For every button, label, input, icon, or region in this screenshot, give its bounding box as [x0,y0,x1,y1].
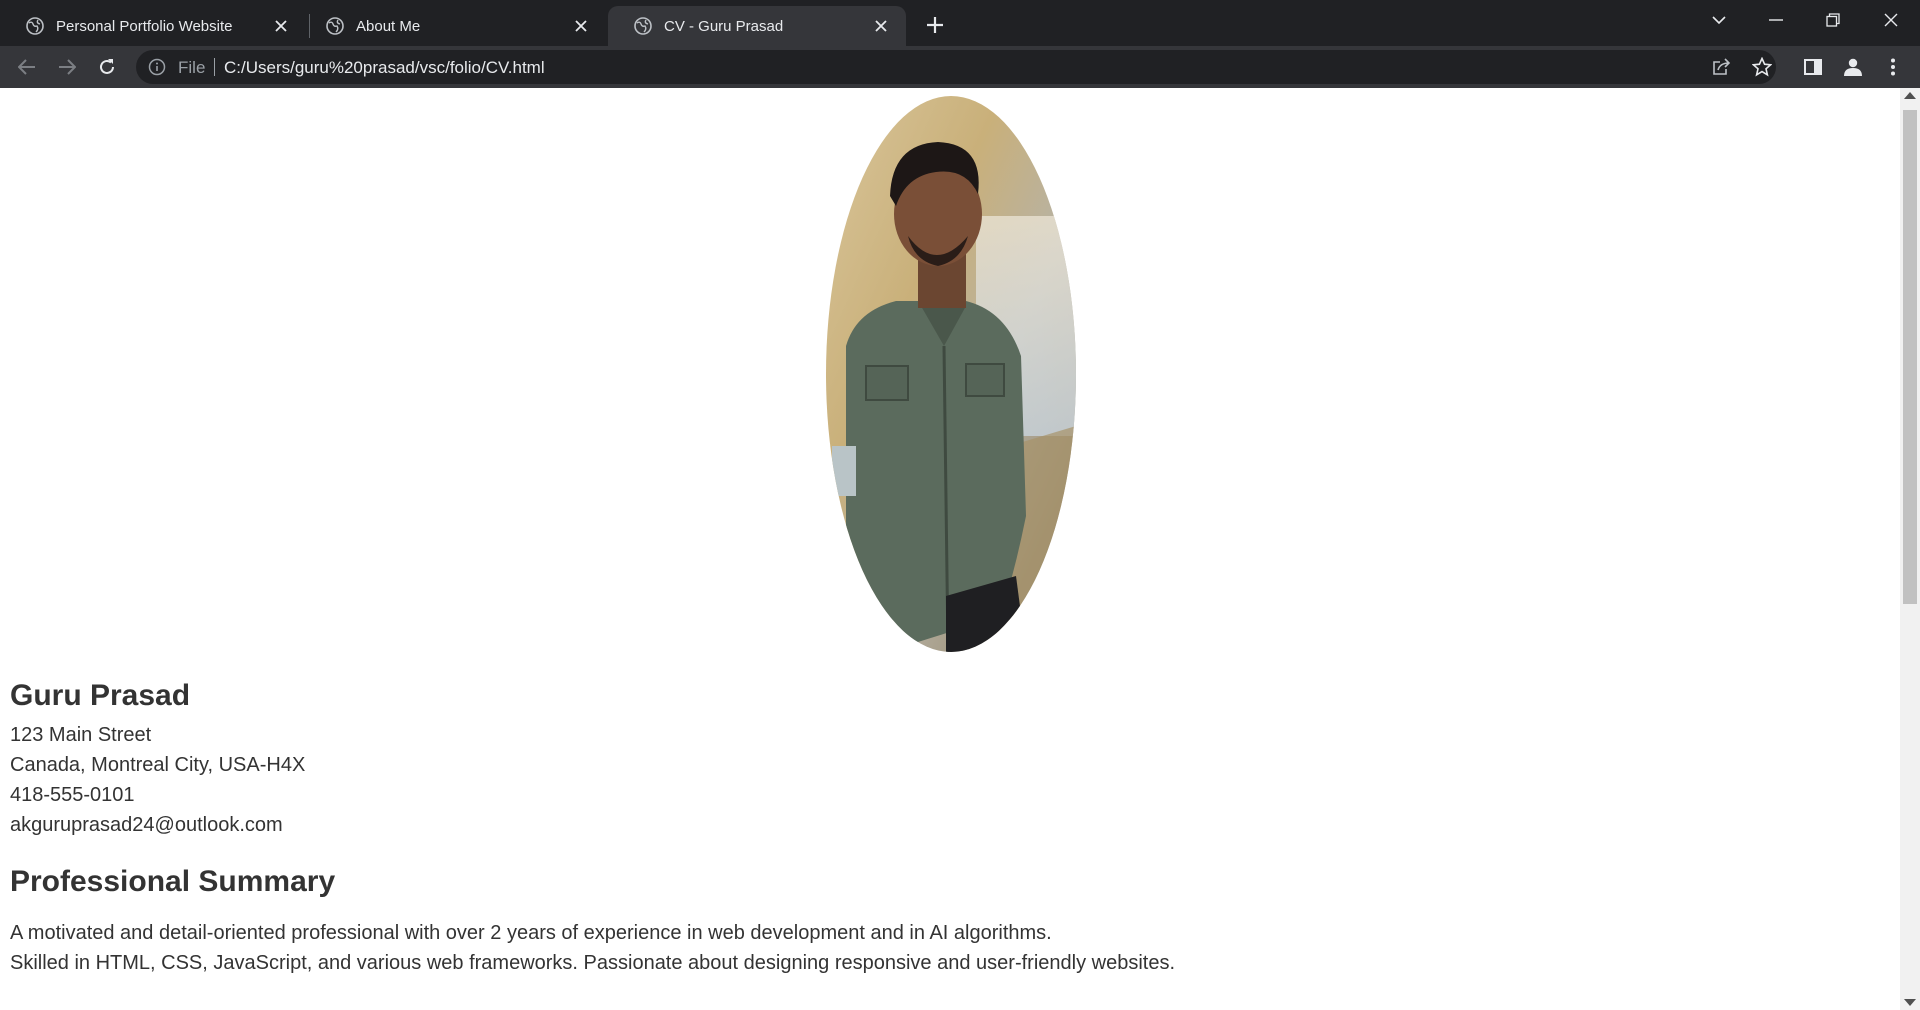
tab-title: CV - Guru Prasad [664,17,784,35]
page-viewport: Guru Prasad 123 Main Street Canada, Mont… [0,88,1900,1010]
browser-toolbar: File C:/Users/guru%20prasad/vsc/folio/CV… [0,46,1920,88]
profile-icon [1844,58,1862,76]
profile-button[interactable] [1837,51,1869,83]
scroll-down-arrow-icon[interactable] [1904,999,1916,1006]
globe-icon [26,17,44,35]
reload-icon [100,59,114,74]
new-tab-button[interactable] [920,10,950,40]
person-name: Guru Prasad [10,679,191,712]
close-icon [1884,13,1898,27]
restore-button[interactable] [1813,2,1853,38]
scheme-label: File [178,58,206,77]
globe-icon [634,17,652,35]
side-panel-icon [1804,59,1822,75]
info-icon [148,58,166,76]
email-address: akguruprasad24@outlook.com [10,814,283,836]
share-icon [1713,58,1731,75]
star-icon [1752,57,1772,77]
tab-about-me[interactable]: About Me [300,6,606,46]
close-tab-icon[interactable] [570,15,592,37]
arrow-right-icon [59,59,76,75]
tab-strip: Personal Portfolio Website About Me CV -… [0,0,1920,46]
scroll-up-arrow-icon[interactable] [1904,92,1916,99]
arrow-left-icon [18,59,35,75]
profile-photo [826,96,1076,652]
globe-icon [326,17,344,35]
address-bar[interactable]: File C:/Users/guru%20prasad/vsc/folio/CV… [136,50,1776,84]
minimize-icon [1769,19,1783,21]
share-button[interactable] [1708,53,1736,81]
close-window-button[interactable] [1871,2,1911,38]
restore-icon [1826,13,1840,27]
phone-number: 418-555-0101 [10,784,135,806]
address-street: 123 Main Street [10,724,152,746]
minimize-button[interactable] [1756,2,1796,38]
tab-cv-guru-prasad[interactable]: CV - Guru Prasad [608,6,906,46]
address-city: Canada, Montreal City, USA-H4X [10,754,306,776]
menu-button[interactable] [1877,51,1909,83]
url-text[interactable]: C:/Users/guru%20prasad/vsc/folio/CV.html [224,58,545,78]
profile-photo-image [826,96,1076,652]
side-panel-button[interactable] [1797,51,1829,83]
scrollbar-thumb[interactable] [1903,110,1917,604]
tab-title: About Me [356,17,421,35]
chevron-down-icon [1712,15,1726,24]
tab-personal-portfolio[interactable]: Personal Portfolio Website [0,6,306,46]
summary-line: Skilled in HTML, CSS, JavaScript, and va… [10,952,1175,974]
close-tab-icon[interactable] [870,15,892,37]
address-divider [214,58,215,76]
close-tab-icon[interactable] [270,15,292,37]
kebab-menu-icon [1891,58,1895,76]
back-button[interactable] [11,51,43,83]
forward-button[interactable] [51,51,83,83]
tab-search-button[interactable] [1699,2,1739,38]
tab-title: Personal Portfolio Website [56,17,233,35]
cv-content: Guru Prasad 123 Main Street Canada, Mont… [10,678,1175,978]
summary-line: A motivated and detail-oriented professi… [10,922,1052,944]
plus-icon [927,17,943,33]
vertical-scrollbar[interactable] [1900,88,1920,1010]
reload-button[interactable] [91,51,123,83]
bookmark-button[interactable] [1748,53,1776,81]
professional-summary-heading: Professional Summary [10,865,336,898]
site-info-button[interactable] [148,58,166,81]
